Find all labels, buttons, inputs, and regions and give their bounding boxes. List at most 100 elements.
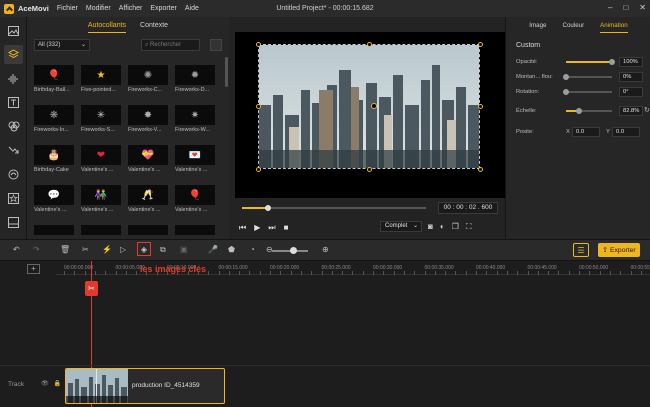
overlays-icon[interactable] [4,165,23,184]
tab-couleur[interactable]: Couleur [563,19,585,32]
playhead-cut-icon[interactable]: ✂ [85,281,98,296]
audio-icon[interactable] [4,69,23,88]
delete-icon[interactable]: 🗑 [60,245,70,254]
resize-handle[interactable] [256,167,261,172]
video-clip[interactable]: production ID_4514359 [65,368,225,404]
close-button[interactable]: ✕ [639,3,646,12]
copy-icon[interactable]: ❐ [452,222,459,232]
tab-autocollants[interactable]: Autocollants [87,19,127,33]
scrollbar[interactable] [225,57,228,87]
undo-icon[interactable]: ↶ [13,245,20,254]
sticker-item[interactable]: 🎈 Birthday-Ball... [34,65,74,96]
property-value[interactable]: 100% [619,57,643,67]
sticker-item[interactable]: ❋ Fireworks-In... [34,105,74,136]
property-value[interactable]: 0% [619,72,643,82]
layers-icon[interactable] [4,45,23,64]
resize-handle[interactable] [367,167,372,172]
slider-knob[interactable] [563,89,569,95]
stop-icon[interactable]: ■ [284,223,289,233]
previous-frame-icon[interactable]: ⏮ [239,223,246,233]
text-icon[interactable] [4,93,23,112]
maximize-button[interactable]: □ [623,3,628,12]
slider-knob[interactable] [563,74,569,80]
sticker-item[interactable]: ✷ Fireworks-W... [175,105,215,136]
export-button[interactable]: ⇪ Exporter [598,243,640,257]
sticker-item[interactable]: ❤ Valentine's ... [81,145,121,176]
media-icon[interactable] [4,21,23,40]
split-icon[interactable]: ⚡ [102,245,112,254]
volume-icon[interactable]: ◐ [440,222,445,232]
transitions-icon[interactable] [4,141,23,160]
resize-handle[interactable] [367,42,372,47]
pos-x-input[interactable]: 0.0 [572,127,600,137]
tab-animation[interactable]: Animation [600,19,628,33]
quality-select[interactable]: Complet ⌄ [380,221,422,232]
keyframe-button[interactable]: ◈ [137,242,151,256]
reset-icon[interactable]: ↻ [644,106,650,114]
play-range-icon[interactable]: ▷ [120,245,126,254]
property-value[interactable]: 0° [619,87,643,97]
sticker-item[interactable]: ✳ Fireworks-S... [81,105,121,136]
effects-icon[interactable] [4,189,23,208]
eye-icon[interactable]: 👁 [41,380,49,387]
menu-aide[interactable]: Aide [185,5,199,12]
slider-knob[interactable] [609,59,615,65]
mic-icon[interactable]: 🎤 [208,245,218,254]
settings-icon[interactable]: ☰ [573,243,589,257]
slider-knob[interactable] [575,108,582,114]
lock-icon[interactable]: 🔒 [54,380,61,387]
menu-afficher[interactable]: Afficher [119,5,143,12]
grid-view-icon[interactable] [210,39,222,51]
seek-knob[interactable] [264,205,271,211]
resize-handle[interactable] [478,104,483,109]
sticker-item[interactable]: ✺ Fireworks-C... [128,65,168,96]
elements-icon[interactable] [4,213,23,232]
zoom-in-icon[interactable]: ⊕ [322,245,329,254]
sticker-item[interactable]: ✸ Fireworks-V... [128,105,168,136]
property-slider[interactable] [563,89,612,95]
seek-bar[interactable] [242,205,426,211]
timecode-display[interactable]: 00 : 00 : 02 . 600 [438,202,498,214]
city-video-frame[interactable] [258,44,480,169]
zoom-knob[interactable] [290,247,297,254]
resize-handle[interactable] [256,104,261,109]
resize-handle[interactable] [478,167,483,172]
tab-image[interactable]: Image [529,19,546,32]
sticker-item[interactable]: 🥂 Valentine's ... [128,185,168,216]
next-frame-icon[interactable]: ⏭ [268,223,275,233]
minimize-button[interactable]: – [608,3,612,12]
rotate-handle[interactable] [371,103,377,109]
resize-handle[interactable] [256,42,261,47]
speed-icon[interactable]: ◔ [250,245,255,254]
fullscreen-icon[interactable]: ⛶ [466,222,472,232]
pos-y-input[interactable]: 0.0 [612,127,640,137]
resize-handle[interactable] [478,42,483,47]
menu-modifier[interactable]: Modifier [86,5,111,12]
search-input[interactable]: ⌕ Rechercher [141,39,200,51]
sticker-item[interactable]: 👫 Valentine's ... [81,185,121,216]
mosaic-icon[interactable]: ▣ [180,245,188,254]
sticker-item[interactable]: 🎈 Valentine's ... [175,185,215,216]
property-slider[interactable] [563,74,612,80]
sticker-item[interactable]: 💬 Valentine's ... [34,185,74,216]
filters-icon[interactable] [4,117,23,136]
property-slider[interactable] [566,59,615,65]
add-track-button[interactable]: + [27,264,40,274]
sticker-item[interactable]: 💌 Valentine's ... [175,145,215,176]
menu-fichier[interactable]: Fichier [57,5,78,12]
crop-icon[interactable]: ⧉ [160,245,166,255]
play-icon[interactable]: ▶ [254,223,260,233]
redo-icon[interactable]: ↷ [33,245,40,254]
property-value[interactable]: 82.8% [619,106,643,116]
sticker-item[interactable]: ★ Five-pointed... [81,65,121,96]
mark-icon[interactable]: ⬟ [228,245,235,254]
menu-exporter[interactable]: Exporter [150,5,176,12]
property-slider[interactable] [566,108,612,114]
sticker-item[interactable]: ✹ Fireworks-D... [175,65,215,96]
sticker-item[interactable]: 🎂 Birthday-Cake [34,145,74,176]
tab-contexte[interactable]: Contexte [140,19,168,32]
sticker-item[interactable]: 💝 Valentine's ... [128,145,168,176]
cut-icon[interactable]: ✂ [82,245,89,254]
snapshot-icon[interactable]: ◙ [428,222,433,232]
category-dropdown[interactable]: All (332) ⌄ [34,39,90,51]
